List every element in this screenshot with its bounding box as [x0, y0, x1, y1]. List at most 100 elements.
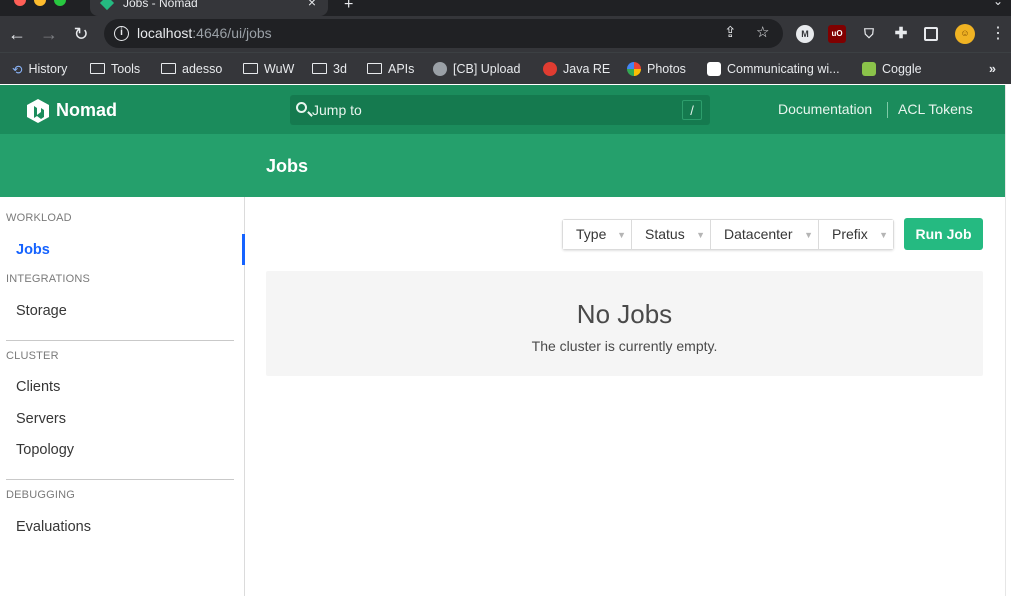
java-icon: [543, 61, 557, 76]
filter-label: Prefix: [832, 226, 868, 242]
folder-icon: [161, 63, 176, 75]
filter-type-dropdown[interactable]: Type ▼: [563, 220, 632, 249]
extension-shield-icon[interactable]: ⛉: [860, 25, 878, 43]
folder-icon: [90, 63, 105, 75]
sidebar-item-evaluations[interactable]: Evaluations: [16, 519, 91, 535]
brand-name[interactable]: Nomad: [56, 100, 117, 121]
forward-icon[interactable]: →: [35, 16, 63, 52]
caret-down-icon: ▼: [879, 230, 888, 240]
bookmark-label: [CB] Upload: [453, 62, 521, 76]
menu-label-integrations: INTEGRATIONS: [6, 273, 91, 285]
url-path: :4646/ui/jobs: [192, 25, 272, 41]
caret-down-icon: ▼: [617, 230, 626, 240]
share-icon[interactable]: ⇪: [724, 23, 737, 41]
bookmark-label: Photos: [647, 62, 686, 76]
bookmark-star-icon[interactable]: ☆: [756, 23, 769, 41]
sidebar-item-servers[interactable]: Servers: [16, 411, 66, 427]
tab-title: Jobs - Nomad: [123, 0, 198, 10]
nomad-header: Nomad Jump to / Documentation ACL Tokens: [0, 85, 1005, 134]
bookmark-3d[interactable]: 3d: [312, 59, 347, 79]
tab-search-icon[interactable]: ⌄: [993, 0, 1003, 8]
window-maximize-icon[interactable]: [54, 0, 66, 6]
window-close-icon[interactable]: [14, 0, 26, 6]
caret-down-icon: ▼: [804, 230, 813, 240]
bookmark-adesso[interactable]: adesso: [161, 59, 222, 79]
documentation-link[interactable]: Documentation: [778, 101, 872, 117]
folder-icon: [243, 63, 258, 75]
search-placeholder: Jump to: [312, 102, 362, 118]
menu-label-debugging: DEBUGGING: [6, 489, 76, 501]
page-edge: [1005, 85, 1011, 596]
bookmarks-overflow-icon[interactable]: »: [989, 59, 996, 79]
tab-close-icon[interactable]: ×: [308, 0, 316, 9]
sidebar-item-topology[interactable]: Topology: [16, 442, 74, 458]
profile-avatar-icon[interactable]: ☺: [955, 24, 975, 44]
filter-label: Type: [576, 226, 607, 242]
bookmark-label: 3d: [333, 62, 347, 76]
browser-toolbar: ← → ↻ i localhost:4646/ui/jobs ⇪ ☆ M uO …: [0, 16, 1011, 52]
bookmark-history[interactable]: ⟲ History: [12, 59, 67, 79]
reload-icon[interactable]: ↻: [67, 16, 95, 52]
browser-tab-active[interactable]: Jobs - Nomad ×: [90, 0, 328, 16]
extensions-puzzle-icon[interactable]: ✚: [892, 25, 910, 43]
caret-down-icon: ▼: [696, 230, 705, 240]
globe-icon: [433, 61, 447, 76]
filter-prefix-dropdown[interactable]: Prefix ▼: [819, 220, 893, 249]
empty-message: The cluster is currently empty.: [531, 338, 718, 354]
new-tab-icon[interactable]: +: [344, 0, 353, 14]
url-text[interactable]: localhost:4646/ui/jobs: [137, 25, 272, 41]
bookmark-wuw[interactable]: WuW: [243, 59, 294, 79]
medium-icon: [707, 61, 721, 76]
bookmark-label: Java RE: [563, 62, 611, 76]
bookmarks-bar: ⟲ History Tools adesso WuW 3d APIs [CB] U…: [0, 52, 1011, 84]
history-icon: ⟲: [12, 62, 23, 77]
bookmark-tools[interactable]: Tools: [90, 59, 140, 79]
ublock-icon[interactable]: uO: [828, 25, 846, 43]
bookmark-java-re[interactable]: Java RE: [543, 59, 610, 79]
url-host: localhost: [137, 25, 193, 41]
bookmark-label: APIs: [388, 62, 415, 76]
sidebar: WORKLOAD Jobs INTEGRATIONS Storage CLUST…: [0, 197, 245, 596]
active-indicator: [242, 234, 245, 265]
bookmark-apis[interactable]: APIs: [367, 59, 414, 79]
job-filters: Type ▼ Status ▼ Datacenter ▼ Prefix ▼: [562, 219, 894, 250]
address-bar[interactable]: i localhost:4646/ui/jobs ⇪ ☆: [104, 19, 783, 48]
coggle-icon: [862, 61, 876, 76]
menu-label-cluster: CLUSTER: [6, 350, 59, 362]
search-icon: [296, 102, 307, 113]
bookmark-photos[interactable]: Photos: [627, 59, 686, 79]
empty-title: No Jobs: [576, 299, 673, 329]
window-minimize-icon[interactable]: [34, 0, 46, 6]
header-divider: [887, 102, 888, 118]
site-info-icon[interactable]: i: [114, 26, 129, 41]
bookmark-label: adesso: [182, 62, 223, 76]
photos-icon: [627, 61, 641, 76]
bookmark-coggle[interactable]: Coggle: [862, 59, 922, 79]
filter-datacenter-dropdown[interactable]: Datacenter ▼: [711, 220, 819, 249]
side-panel-icon[interactable]: [924, 27, 938, 41]
acl-tokens-link[interactable]: ACL Tokens: [898, 101, 973, 117]
sidebar-item-storage[interactable]: Storage: [16, 303, 67, 319]
sidebar-item-clients[interactable]: Clients: [16, 379, 60, 395]
run-job-button[interactable]: Run Job: [904, 218, 983, 250]
bookmark-label: Communicating wi...: [727, 62, 840, 76]
folder-icon: [312, 63, 327, 75]
bookmark-cb-upload[interactable]: [CB] Upload: [433, 59, 520, 79]
bookmark-communicating[interactable]: Communicating wi...: [707, 59, 840, 79]
bookmark-label: WuW: [264, 62, 295, 76]
search-shortcut-key: /: [682, 100, 702, 120]
menu-label-workload: WORKLOAD: [6, 212, 72, 224]
bookmark-label: Tools: [111, 62, 141, 76]
nomad-favicon-icon: [99, 0, 115, 11]
nomad-logo-icon[interactable]: [26, 98, 50, 124]
browser-menu-icon[interactable]: ⋮: [984, 16, 1011, 52]
extension-m-icon[interactable]: M: [796, 25, 814, 43]
filter-status-dropdown[interactable]: Status ▼: [632, 220, 711, 249]
empty-state: No Jobs The cluster is currently empty.: [266, 271, 983, 376]
sidebar-item-jobs[interactable]: Jobs: [16, 242, 50, 258]
back-icon[interactable]: ←: [3, 16, 31, 52]
browser-tab-strip: Jobs - Nomad × + ⌄: [0, 0, 1011, 16]
search-input[interactable]: Jump to /: [290, 95, 710, 125]
filter-label: Datacenter: [724, 226, 793, 242]
menu-divider: [6, 479, 234, 480]
